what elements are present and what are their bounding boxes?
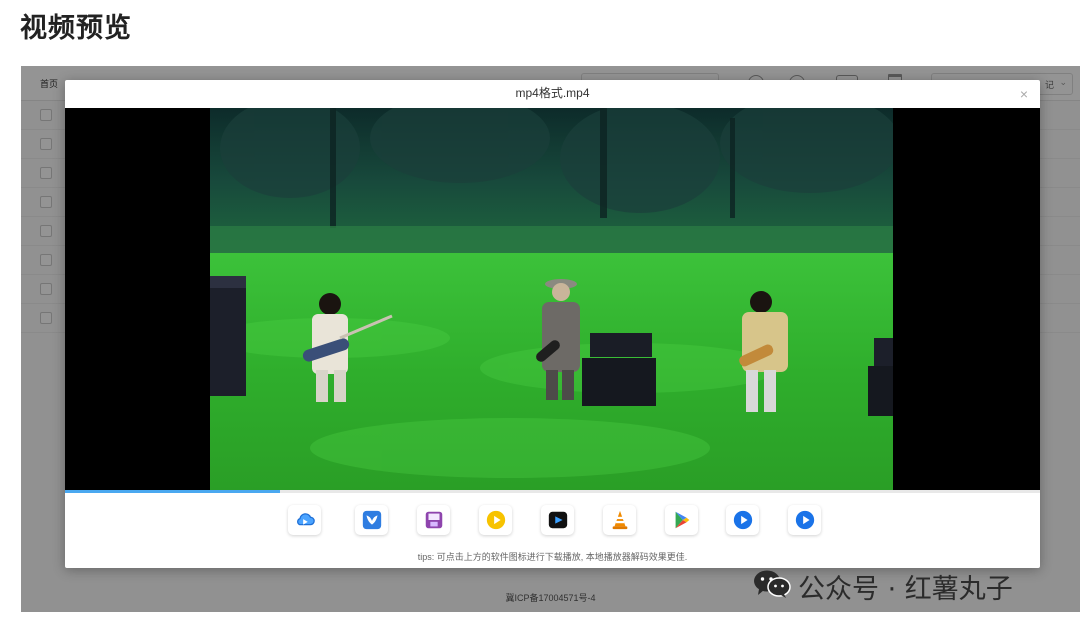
yellow-play-icon xyxy=(486,510,505,530)
dialog-title: mp4格式.mp4 xyxy=(515,86,590,100)
google-play-icon xyxy=(675,511,689,529)
tips-text: tips: 可点击上方的软件图标进行下载播放, 本地播放器解码效果更佳. xyxy=(417,552,688,562)
blue-play-button[interactable] xyxy=(726,505,759,535)
dark-player-button[interactable] xyxy=(541,505,574,535)
video-progress-track[interactable] xyxy=(65,490,1040,493)
dark-player-icon xyxy=(548,511,567,529)
bird-player-icon xyxy=(362,510,381,530)
vlc-cone-icon xyxy=(612,510,627,530)
bird-player-button[interactable] xyxy=(355,505,388,535)
player-icon-row xyxy=(65,505,1040,535)
video-preview-dialog: mp4格式.mp4 × tips: 可点击上方的软件图标进行下载播放, 本地播放… xyxy=(65,80,1040,568)
google-play-button[interactable] xyxy=(665,505,698,535)
blue-play-icon-2 xyxy=(795,510,814,530)
video-frame-image xyxy=(210,108,893,492)
cloud-player-button[interactable] xyxy=(288,505,321,535)
video-player[interactable] xyxy=(65,108,1040,492)
save-player-icon xyxy=(425,511,442,529)
cloud-player-icon xyxy=(296,513,315,526)
video-progress-fill xyxy=(65,490,280,493)
page-title: 视频预览 xyxy=(20,13,132,44)
save-player-button[interactable] xyxy=(417,505,450,535)
watermark-text: 公众号 · 红薯丸子 xyxy=(798,573,1013,605)
blue-play-icon xyxy=(733,510,752,530)
blue-play-button-2[interactable] xyxy=(788,505,821,535)
close-icon[interactable]: × xyxy=(1020,86,1028,102)
watermark: 公众号 · 红薯丸子 xyxy=(752,568,1013,605)
yellow-play-button[interactable] xyxy=(479,505,512,535)
wechat-icon xyxy=(752,568,792,605)
vlc-player-button[interactable] xyxy=(603,505,636,535)
